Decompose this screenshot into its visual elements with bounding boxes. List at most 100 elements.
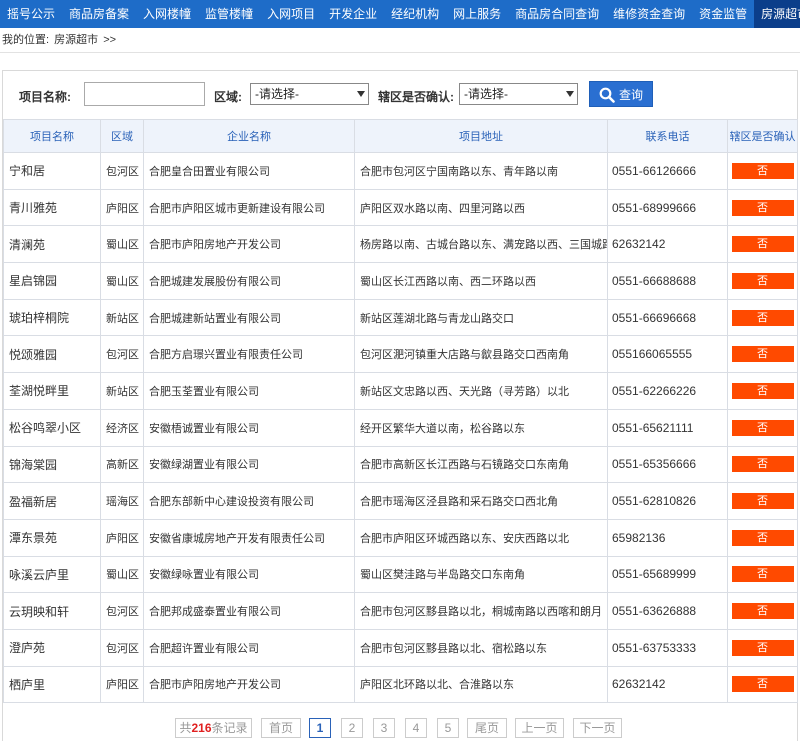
table-row[interactable]: 锦海棠园 高新区 安徽绿湖置业有限公司 合肥市高新区长江西路与石镜路交口东南角 0551… [3, 445, 798, 484]
table-row[interactable]: 悦颂雅园 包河区 合肥方启璟兴置业有限责任公司 包河区淝河镇重大店路与歙县路交口西南角… [3, 335, 798, 374]
nav-item-8[interactable]: 商品房合同查询 [508, 0, 606, 28]
nav-item-5[interactable]: 开发企业 [322, 0, 384, 28]
table-row[interactable]: 宁和居 包河区 合肥皇合田置业有限公司 合肥市包河区宁国南路以东、青年路以南 0551-… [3, 152, 798, 190]
table-row[interactable]: 盈福新居 瑶海区 合肥东部新中心建设投资有限公司 合肥市瑶海区泾县路和采石路交口西北角… [3, 482, 798, 520]
confirmed-cell: 否 [727, 152, 798, 190]
nav-item-11[interactable]: 房源超市 [754, 0, 800, 28]
address-cell: 经开区繁华大道以南，松谷路以东 [354, 408, 608, 447]
district-cell: 蜀山区 [100, 555, 144, 594]
project-name-cell: 琥珀梓桐院 [3, 298, 101, 337]
nav-item-7[interactable]: 网上服务 [446, 0, 508, 28]
page-button-1[interactable]: 1 [309, 718, 331, 738]
header-confirmed: 辖区是否确认 [727, 119, 798, 153]
district-cell: 庐阳区 [100, 188, 144, 227]
project-name-cell: 咏溪云庐里 [3, 555, 101, 594]
nav-item-1[interactable]: 商品房备案 [62, 0, 136, 28]
breadcrumb-label: 我的位置: [2, 34, 50, 46]
address-cell: 蜀山区长江西路以南、西二环路以西 [354, 262, 608, 300]
nav-item-4[interactable]: 入网项目 [260, 0, 322, 28]
page-button-4[interactable]: 4 [405, 718, 427, 738]
table-row[interactable]: 清澜苑 蜀山区 合肥市庐阳房地产开发公司 杨房路以南、古城台路以东、满宠路以西、三国城… [3, 225, 798, 264]
table-row[interactable]: 潭东景苑 庐阳区 安徽省康城房地产开发有限责任公司 合肥市庐阳区环城西路以东、安庆西路… [3, 518, 798, 557]
project-name-cell: 荃湖悦畔里 [3, 372, 101, 410]
page-button-5[interactable]: 5 [437, 718, 459, 738]
district-cell: 包河区 [100, 335, 144, 374]
phone-cell: 0551-66688688 [607, 262, 728, 300]
district-cell: 瑶海区 [100, 482, 144, 520]
project-table: 项目名称 区域 企业名称 项目地址 联系电话 辖区是否确认 宁和居 包河区 合肥皇合… [3, 119, 798, 704]
phone-cell: 0551-68999666 [607, 188, 728, 227]
district-cell: 包河区 [100, 152, 144, 190]
phone-cell: 0551-65621111 [607, 408, 728, 447]
next-page-button[interactable]: 下一页 [573, 718, 622, 738]
company-cell: 安徽绿咏置业有限公司 [143, 555, 355, 594]
project-name-cell: 清澜苑 [3, 225, 101, 264]
company-cell: 合肥玉荃置业有限公司 [143, 372, 355, 410]
phone-cell: 0551-63753333 [607, 628, 728, 667]
status-badge: 否 [731, 199, 794, 216]
confirm-select[interactable]: -请选择- [459, 83, 578, 105]
address-cell: 合肥市包河区黟县路以北、宿松路以东 [354, 628, 608, 667]
nav-item-3[interactable]: 监管楼幢 [198, 0, 260, 28]
breadcrumb: 我的位置: 房源超市 >> [0, 28, 800, 53]
pagination: 共216条记录 首页 12345 尾页 上一页 下一页 [3, 715, 797, 741]
first-page-button[interactable]: 首页 [261, 718, 301, 738]
total-records: 共216条记录 [175, 718, 252, 738]
table-row[interactable]: 云玥映和轩 包河区 合肥邦成盛泰置业有限公司 合肥市包河区黟县路以北，桐城南路以西喀和… [3, 592, 798, 630]
table-row[interactable]: 琥珀梓桐院 新站区 合肥城建新站置业有限公司 新站区莲湖北路与青龙山路交口 0551-6… [3, 298, 798, 337]
district-cell: 高新区 [100, 445, 144, 484]
district-cell: 新站区 [100, 298, 144, 337]
confirmed-cell: 否 [727, 628, 798, 667]
page-button-2[interactable]: 2 [341, 718, 363, 738]
confirmed-cell: 否 [727, 225, 798, 264]
prev-page-button[interactable]: 上一页 [515, 718, 564, 738]
table-row[interactable]: 松谷鸣翠小区 经济区 安徽梧诚置业有限公司 经开区繁华大道以南，松谷路以东 0551-6… [3, 408, 798, 447]
address-cell: 合肥市包河区宁国南路以东、青年路以南 [354, 152, 608, 190]
confirmed-cell: 否 [727, 555, 798, 594]
nav-item-2[interactable]: 入网楼幢 [136, 0, 198, 28]
table-row[interactable]: 栖庐里 庐阳区 合肥市庐阳房地产开发公司 庐阳区北环路以北、合淮路以东 62632142… [3, 665, 798, 704]
status-badge: 否 [731, 529, 794, 546]
page-button-3[interactable]: 3 [373, 718, 395, 738]
last-page-button[interactable]: 尾页 [467, 718, 507, 738]
district-select[interactable]: -请选择- [250, 83, 369, 105]
nav-item-10[interactable]: 资金监管 [692, 0, 754, 28]
table-row[interactable]: 咏溪云庐里 蜀山区 安徽绿咏置业有限公司 蜀山区樊洼路与半岛路交口东南角 0551-65… [3, 555, 798, 594]
address-cell: 合肥市包河区黟县路以北，桐城南路以西喀和朗月 [354, 592, 608, 630]
nav-item-9[interactable]: 维修资金查询 [606, 0, 692, 28]
district-cell: 包河区 [100, 592, 144, 630]
confirmed-cell: 否 [727, 262, 798, 300]
nav-item-0[interactable]: 摇号公示 [0, 0, 62, 28]
confirmed-cell: 否 [727, 518, 798, 557]
project-name-input[interactable] [84, 82, 205, 106]
company-cell: 合肥城建新站置业有限公司 [143, 298, 355, 337]
table-header-row: 项目名称 区域 企业名称 项目地址 联系电话 辖区是否确认 [3, 119, 798, 153]
address-cell: 合肥市高新区长江西路与石镜路交口东南角 [354, 445, 608, 484]
nav-item-6[interactable]: 经纪机构 [384, 0, 446, 28]
status-badge: 否 [731, 493, 794, 510]
table-row[interactable]: 星启锦园 蜀山区 合肥城建发展股份有限公司 蜀山区长江西路以南、西二环路以西 0551-… [3, 262, 798, 300]
search-button[interactable]: 查询 [589, 81, 653, 107]
search-button-label: 查询 [619, 88, 644, 102]
project-name-cell: 宁和居 [3, 152, 101, 190]
address-cell: 蜀山区樊洼路与半岛路交口东南角 [354, 555, 608, 594]
table-row[interactable]: 澄庐苑 包河区 合肥超许置业有限公司 合肥市包河区黟县路以北、宿松路以东 0551-63… [3, 628, 798, 667]
phone-cell: 62632142 [607, 665, 728, 704]
address-cell: 庐阳区北环路以北、合淮路以东 [354, 665, 608, 704]
header-company: 企业名称 [143, 119, 355, 153]
status-badge: 否 [731, 162, 794, 179]
table-row[interactable]: 荃湖悦畔里 新站区 合肥玉荃置业有限公司 新站区文忠路以西、天光路（寻芳路）以北 055… [3, 372, 798, 410]
company-cell: 合肥邦成盛泰置业有限公司 [143, 592, 355, 630]
breadcrumb-current[interactable]: 房源超市 [54, 34, 98, 46]
district-label: 区域: [214, 90, 242, 104]
address-cell: 合肥市庐阳区环城西路以东、安庆西路以北 [354, 518, 608, 557]
project-name-label: 项目名称: [19, 90, 71, 104]
project-name-cell: 青川雅苑 [3, 188, 101, 227]
address-cell: 合肥市瑶海区泾县路和采石路交口西北角 [354, 482, 608, 520]
company-cell: 合肥皇合田置业有限公司 [143, 152, 355, 190]
search-icon [599, 87, 615, 103]
table-row[interactable]: 青川雅苑 庐阳区 合肥市庐阳区城市更新建设有限公司 庐阳区双水路以南、四里河路以西 05… [3, 188, 798, 227]
phone-cell: 0551-65689999 [607, 555, 728, 594]
company-cell: 安徽绿湖置业有限公司 [143, 445, 355, 484]
project-name-cell: 星启锦园 [3, 262, 101, 300]
